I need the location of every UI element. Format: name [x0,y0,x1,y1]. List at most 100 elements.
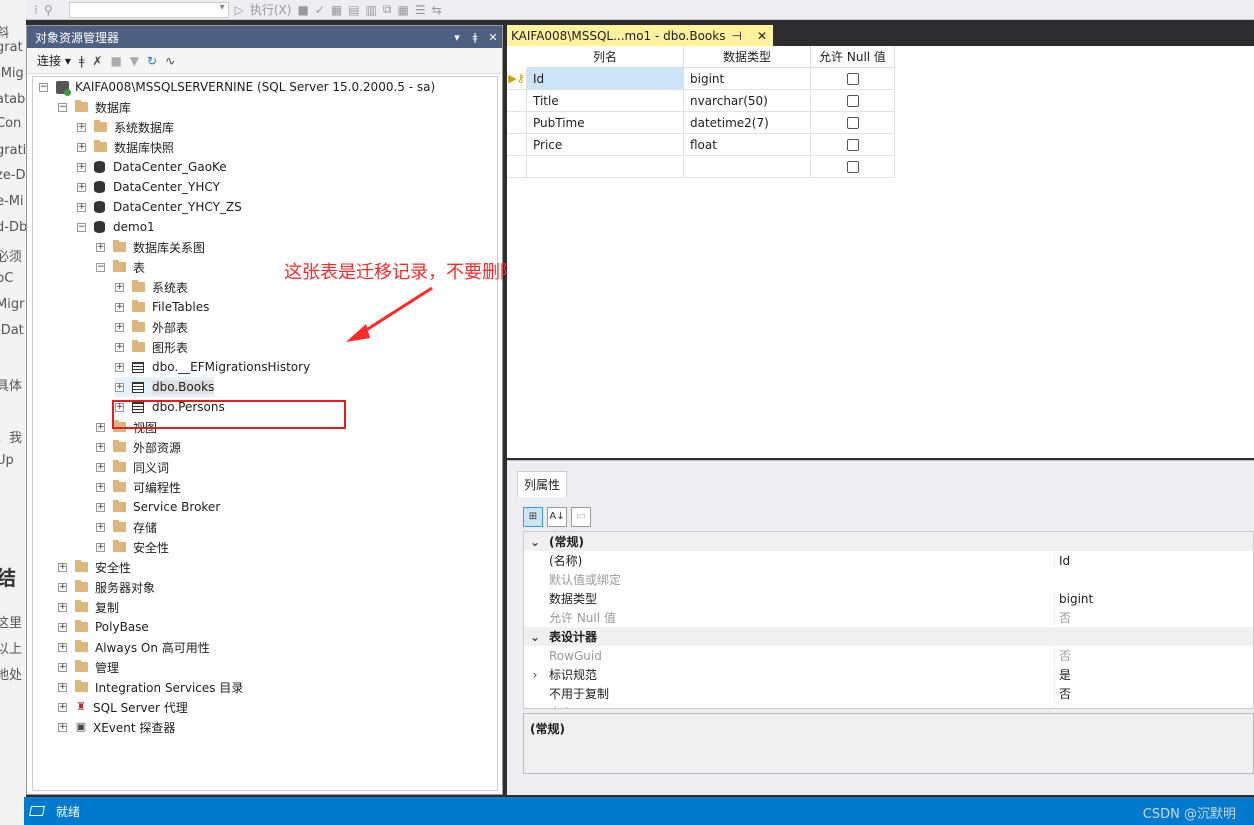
property-value[interactable]: 是 [1054,666,1253,683]
expand-icon[interactable]: + [58,622,67,632]
tree-node[interactable]: + 管理 [58,657,119,677]
tree-node[interactable]: − demo1 [77,217,155,237]
property-row[interactable]: 允许 Null 值 否 [524,608,1253,627]
tab-books-designer[interactable]: KAIFA008\MSSQL...mo1 - dbo.Books ⊣ ✕ [507,25,773,46]
property-value[interactable]: 8 [1054,705,1253,708]
allow-null-checkbox[interactable] [846,72,859,85]
row-selector[interactable] [507,156,527,178]
tree-node[interactable]: + 数据库关系图 [96,237,205,257]
column-header[interactable]: 列名 [527,46,684,68]
column-name-cell[interactable]: Price [527,134,684,156]
chevron-down-icon[interactable]: ⌄ [524,535,546,549]
data-type-cell[interactable]: datetime2(7) [684,112,811,134]
categorized-sort-icon[interactable]: ⊞ [523,507,543,527]
column-name-cell[interactable]: Title [527,90,684,112]
tree-node[interactable]: + dbo.Books [115,377,215,397]
tree-node[interactable]: + dbo.__EFMigrationsHistory [115,357,310,377]
property-value[interactable]: 否 [1054,609,1253,626]
tree-node[interactable]: + DataCenter_GaoKe [77,157,227,177]
property-value[interactable]: Id [1054,553,1253,568]
tree-node[interactable]: + Integration Services 目录 [58,677,243,697]
tree-node[interactable]: + 系统表 [115,277,188,297]
toolbar-icon[interactable]: ▥ [366,3,377,17]
alphabetical-sort-icon[interactable]: A↓ [547,507,567,527]
row-selector[interactable] [507,134,527,156]
tree-node[interactable]: + 外部资源 [96,437,181,457]
activity-monitor-icon[interactable]: ∿ [165,54,175,68]
expand-icon[interactable]: + [115,342,124,352]
expand-icon[interactable]: + [96,542,105,552]
property-value[interactable]: bigint [1054,591,1253,606]
expand-icon[interactable]: + [77,162,86,172]
expand-icon[interactable]: + [58,722,67,732]
tree-node[interactable]: + ♜ SQL Server 代理 [58,697,188,717]
expand-icon[interactable]: + [58,662,67,672]
chevron-right-icon[interactable]: › [524,668,546,682]
property-row[interactable]: › 标识规范 是 [524,665,1253,684]
tree-node[interactable]: + 可编程性 [96,477,181,497]
expand-icon[interactable]: + [115,302,124,312]
tree-node[interactable]: − 数据库 [58,97,131,117]
toolbar-icon[interactable]: ⇆ [432,3,442,17]
tree-node[interactable]: + DataCenter_YHCY_ZS [77,197,242,217]
tree-node[interactable]: + 安全性 [58,557,131,577]
property-value[interactable]: 否 [1054,685,1253,702]
stop-icon[interactable]: ■ [297,3,308,17]
toolbar-icon[interactable]: ☰ [415,3,426,17]
expand-icon[interactable]: + [115,382,124,392]
allow-null-checkbox[interactable] [846,160,859,173]
data-type-cell[interactable]: float [684,134,811,156]
close-tab-icon[interactable]: ✕ [757,29,767,43]
disconnect-icon[interactable]: ✗ [92,54,102,68]
database-selector[interactable] [68,1,229,18]
tree-node[interactable]: − 表 [96,257,145,277]
collapse-icon[interactable]: − [58,102,67,112]
data-type-cell[interactable]: bigint [684,68,811,90]
collapse-icon[interactable]: − [77,222,86,232]
expand-icon[interactable]: + [115,322,124,332]
refresh-icon[interactable]: ↻ [147,54,157,68]
expand-icon[interactable]: + [96,462,105,472]
property-category[interactable]: ⌄ (常规) [524,532,1253,551]
row-selector[interactable] [507,90,527,112]
expand-icon[interactable]: + [58,582,67,592]
toolbar-icon[interactable]: ⧉ [383,2,392,17]
allow-null-checkbox[interactable] [846,94,859,107]
data-type-cell[interactable]: nvarchar(50) [684,90,811,112]
toolbar-icon[interactable]: ▦ [331,3,342,17]
expand-icon[interactable]: + [96,522,105,532]
expand-icon[interactable]: + [77,182,86,192]
tree-node[interactable]: + ▣ XEvent 探查器 [58,717,175,737]
column-name-cell[interactable]: Id [527,68,684,90]
tree-node[interactable]: + 安全性 [96,537,169,557]
column-name-cell[interactable] [527,156,684,178]
tree-node[interactable]: − KAIFA008\MSSQLSERVERNINE (SQL Server 15… [39,77,435,97]
expand-icon[interactable]: + [58,702,67,712]
tree-node[interactable]: + Service Broker [96,497,220,517]
column-name-cell[interactable]: PubTime [527,112,684,134]
allow-null-checkbox[interactable] [846,138,859,151]
expand-icon[interactable]: + [77,142,86,152]
property-row[interactable]: (名称) Id [524,551,1253,570]
connect-button[interactable]: 连接 ▾ [37,52,71,69]
pin-icon[interactable]: ⊣ [731,29,741,43]
expand-icon[interactable]: + [96,502,105,512]
toolbar-icon[interactable]: ▦ [397,3,408,17]
tree-node[interactable]: + DataCenter_YHCY [77,177,220,197]
data-type-cell[interactable] [684,156,811,178]
connect-plug-icon[interactable]: ǂ [79,54,85,68]
tree-node[interactable]: + 系统数据库 [77,117,174,137]
stop-icon[interactable]: ■ [110,54,121,68]
pin-icon[interactable]: ǂ [466,31,484,44]
collapse-icon[interactable]: − [39,82,48,92]
row-selector[interactable]: ▶⚷ [507,68,527,90]
tree-node[interactable]: + 同义词 [96,457,169,477]
tree-node[interactable]: + 存储 [96,517,157,537]
tree-node[interactable]: + 数据库快照 [77,137,174,157]
property-row[interactable]: 默认值或绑定 [524,570,1253,589]
tab-column-properties[interactable]: 列属性 [517,471,568,497]
tree-node[interactable]: + 外部表 [115,317,188,337]
check-icon[interactable]: ✓ [315,3,325,17]
tree-node[interactable]: + 复制 [58,597,119,617]
toolbar-icon[interactable]: ⚲ [44,3,53,17]
